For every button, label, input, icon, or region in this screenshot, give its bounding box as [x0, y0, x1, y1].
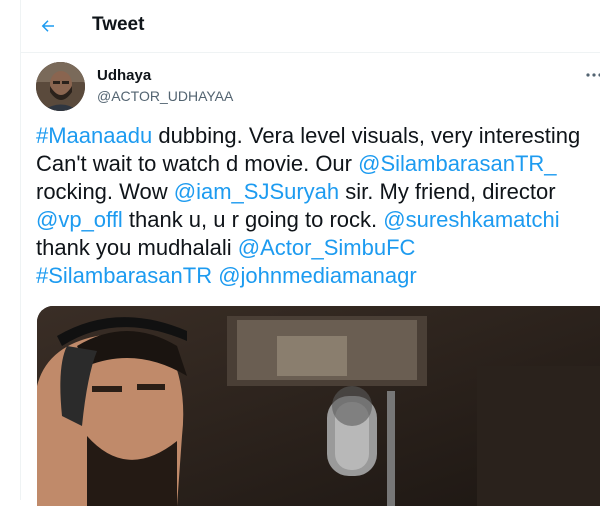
hashtag-link[interactable]: #Maanaadu: [36, 123, 152, 148]
page-header: Tweet: [21, 0, 600, 53]
tweet-text-segment: sir. My friend, director: [339, 179, 556, 204]
tweet-text-line: #SilambarasanTR @johnmediamanagr: [36, 262, 600, 290]
author-name[interactable]: Udhaya: [97, 67, 151, 84]
tweet-text-segment: thank u, u r going to rock.: [122, 207, 384, 232]
studio-photo: [37, 306, 600, 506]
tweet-text-line: #Maanaadu dubbing. Vera level visuals, v…: [36, 122, 600, 150]
tweet-text-segment: dubbing. Vera level visuals, very intere…: [152, 123, 581, 148]
mention-link[interactable]: @johnmediamanagr: [218, 263, 416, 288]
tweet-text-line: Can't wait to watch d movie. Our @Silamb…: [36, 150, 600, 178]
avatar-image: [36, 62, 85, 111]
mention-link[interactable]: @iam_SJSuryah: [174, 179, 339, 204]
mention-link[interactable]: @SilambarasanTR_: [358, 151, 556, 176]
back-button[interactable]: [33, 11, 63, 41]
mention-link[interactable]: @Actor_SimbuFC: [238, 235, 416, 260]
tweet-text-segment: thank you mudhalali: [36, 235, 238, 260]
author-handle[interactable]: @ACTOR_UDHAYAA: [97, 88, 233, 104]
tweet-text-line: thank you mudhalali @Actor_SimbuFC: [36, 234, 600, 262]
mention-link[interactable]: @sureshkamatchi: [383, 207, 559, 232]
avatar[interactable]: [36, 62, 85, 111]
tweet-text-line: rocking. Wow @iam_SJSuryah sir. My frien…: [36, 178, 600, 206]
ellipsis-icon: [586, 73, 600, 77]
arrow-left-icon: [41, 20, 54, 32]
hashtag-link[interactable]: #SilambarasanTR: [36, 263, 212, 288]
tweet-text: #Maanaadu dubbing. Vera level visuals, v…: [36, 122, 600, 290]
tweet-text-segment: rocking. Wow: [36, 179, 174, 204]
tweet-media-photo[interactable]: [37, 306, 600, 506]
page-title: Tweet: [92, 14, 145, 35]
tweet-text-segment: Can't wait to watch d movie. Our: [36, 151, 359, 176]
mention-link[interactable]: @vp_offl: [36, 207, 123, 232]
tweet-text-line: @vp_offl thank u, u r going to rock. @su…: [36, 206, 600, 234]
tweet-detail-panel: Tweet Udhaya @ACTOR_UDHAYAA #Maanaadu du…: [20, 0, 600, 506]
more-options-button[interactable]: [583, 64, 600, 86]
